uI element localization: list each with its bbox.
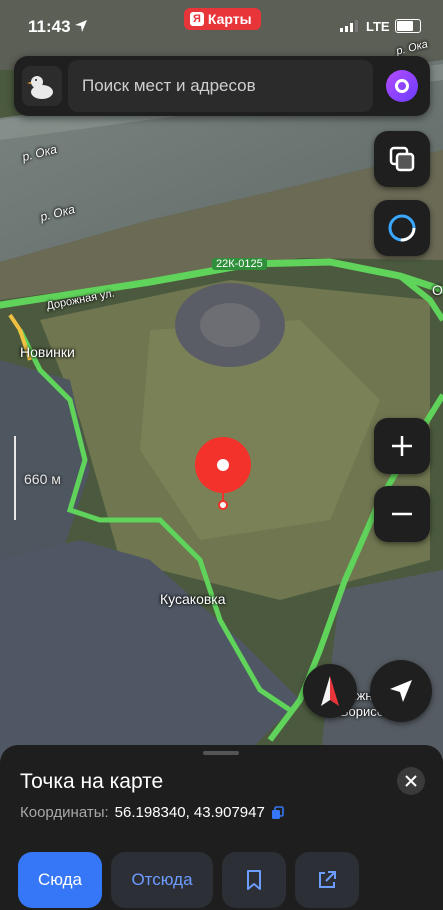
network-type: LTE	[366, 19, 390, 34]
share-icon	[319, 871, 336, 888]
bookmark-button[interactable]	[222, 852, 286, 908]
close-icon	[405, 775, 417, 787]
bookmark-icon	[247, 870, 261, 890]
assistant-icon	[388, 214, 416, 242]
app-brand: Я Карты	[184, 8, 261, 30]
share-button[interactable]	[295, 852, 359, 908]
map-label-village: Кусаковка	[160, 591, 226, 607]
my-location-button[interactable]	[370, 660, 432, 722]
coordinates-label: Координаты:	[20, 804, 109, 821]
layers-icon	[389, 146, 415, 172]
zoom-out-icon	[392, 512, 412, 516]
status-bar: 11:43 Я Карты LTE	[0, 0, 443, 46]
map-scale: 660 м	[24, 471, 61, 487]
battery-icon	[395, 19, 421, 33]
brand-name: Карты	[207, 11, 252, 27]
layers-button[interactable]	[374, 131, 430, 187]
coordinates-value[interactable]: 56.198340, 43.907947	[115, 804, 265, 821]
search-bar: Поиск мест и адресов	[14, 56, 430, 116]
signal-icon	[340, 20, 358, 32]
route-from-button[interactable]: Отсюда	[111, 852, 213, 908]
assistant-button[interactable]	[374, 200, 430, 256]
zoom-out-button[interactable]	[374, 486, 430, 542]
zoom-in-icon	[392, 436, 412, 456]
search-input[interactable]: Поиск мест и адресов	[68, 60, 373, 112]
sheet-handle[interactable]	[203, 751, 239, 755]
location-arrow-icon	[75, 20, 87, 32]
copy-icon[interactable]	[271, 805, 285, 820]
map-label-edge: О	[432, 282, 443, 298]
place-title: Точка на карте	[20, 770, 164, 793]
close-button[interactable]	[397, 767, 425, 795]
brand-logo: Я	[190, 12, 204, 26]
map-label-village: Новинки	[20, 344, 75, 360]
status-time: 11:43	[28, 17, 71, 36]
my-location-icon	[390, 680, 412, 702]
coordinates-row: Координаты: 56.198340, 43.907947	[20, 804, 285, 821]
zoom-in-button[interactable]	[374, 418, 430, 474]
compass-icon	[321, 676, 339, 706]
route-here-button[interactable]: Сюда	[18, 852, 102, 908]
compass-button[interactable]	[303, 664, 357, 718]
alice-icon[interactable]	[386, 70, 418, 102]
map-label-road-number: 22К-0125	[212, 258, 267, 270]
place-card: Точка на карте Координаты: 56.198340, 43…	[0, 745, 443, 910]
avatar-icon[interactable]	[22, 66, 62, 106]
